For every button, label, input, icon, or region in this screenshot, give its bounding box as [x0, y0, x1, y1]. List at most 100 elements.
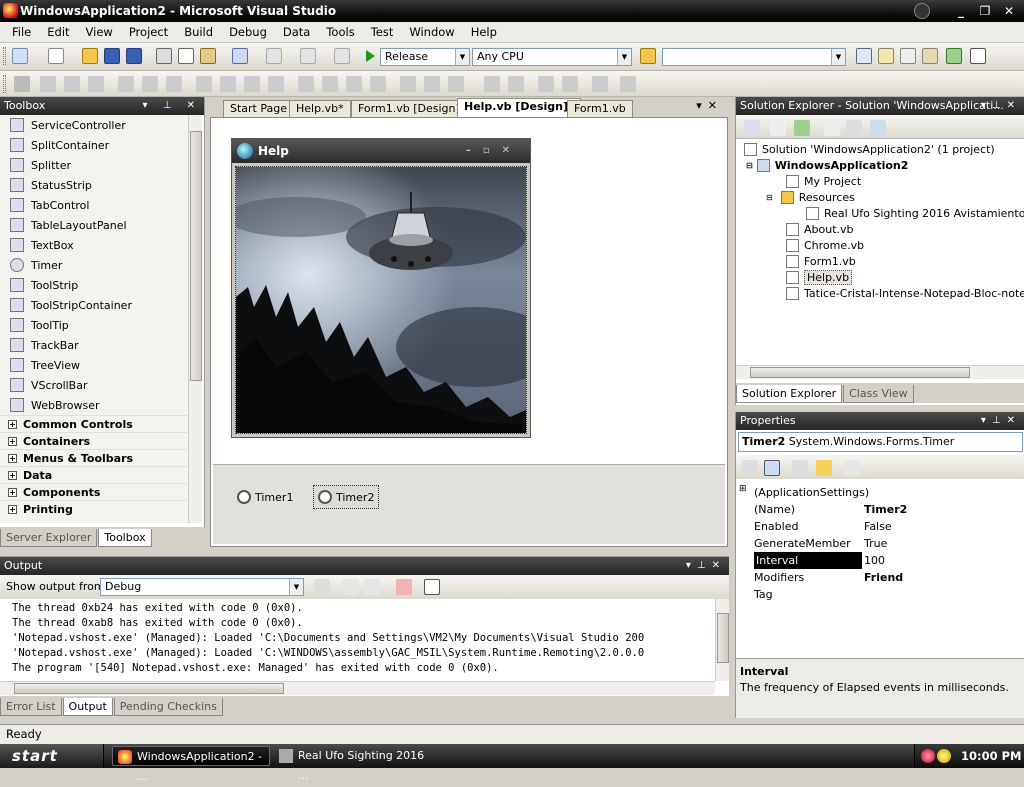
property-row[interactable]: ⊞ (ApplicationSettings) [736, 484, 1024, 501]
output-vscroll[interactable] [715, 599, 729, 681]
horizontal-spacing-icon[interactable] [298, 76, 314, 92]
navigate-forward-icon[interactable] [334, 48, 350, 64]
toolbox-category[interactable]: + Common Controls [0, 415, 188, 432]
output-hscroll[interactable] [0, 681, 715, 695]
lock-controls-icon[interactable] [592, 76, 608, 92]
increase-horizontal-spacing-icon[interactable] [322, 76, 338, 92]
property-row-selected[interactable]: Interval 100 [736, 552, 1024, 569]
align-lefts-icon[interactable] [40, 76, 56, 92]
scroll-thumb[interactable] [750, 367, 970, 378]
clear-all-icon[interactable] [396, 579, 412, 595]
solution-platform-dropdown[interactable]: Any CPU ▼ [472, 48, 632, 66]
make-same-width-icon[interactable] [196, 76, 212, 92]
menu-file[interactable]: File [4, 25, 39, 39]
alphabetical-icon[interactable] [764, 460, 780, 476]
property-pages-icon[interactable] [844, 460, 860, 476]
output-source-dropdown[interactable]: Debug ▼ [100, 578, 304, 596]
center-vertically-icon[interactable] [508, 76, 524, 92]
cut-icon[interactable] [156, 48, 172, 64]
close-button[interactable]: ✕ [998, 2, 1020, 20]
tree-node[interactable]: ⊟ Resources [766, 189, 855, 205]
menu-data[interactable]: Data [275, 25, 318, 39]
align-rights-icon[interactable] [88, 76, 104, 92]
tab-help-design[interactable]: Help.vb [Design]* [457, 98, 581, 117]
undo-icon[interactable] [232, 48, 248, 64]
redo-icon[interactable] [266, 48, 282, 64]
align-centers-icon[interactable] [64, 76, 80, 92]
toolbox-item[interactable]: TreeView [0, 355, 188, 375]
tree-node[interactable]: Tatice-Cristal-Intense-Notepad-Bloc-note… [786, 285, 1024, 301]
solution-explorer-icon[interactable] [856, 48, 872, 64]
view-class-diagram-icon[interactable] [870, 120, 886, 136]
panel-buttons[interactable]: ▾ ⊥ ✕ [143, 97, 201, 115]
decrease-horizontal-spacing-icon[interactable] [346, 76, 362, 92]
tab-form1-design[interactable]: Form1.vb [Design] [351, 100, 467, 117]
toolbox-item[interactable]: StatusStrip [0, 175, 188, 195]
tab-start-page[interactable]: Start Page [223, 100, 294, 117]
scroll-thumb[interactable] [717, 613, 729, 663]
toolbox-item[interactable]: ToolTip [0, 315, 188, 335]
align-bottoms-icon[interactable] [166, 76, 182, 92]
categorized-icon[interactable] [742, 460, 758, 476]
toolbox-item[interactable]: Timer [0, 255, 188, 275]
tree-node[interactable]: Real Ufo Sighting 2016 Avistamiento Ovni [806, 205, 1024, 221]
solution-configuration-dropdown[interactable]: Release ▼ [380, 48, 470, 66]
start-debugging-icon[interactable] [366, 50, 375, 62]
property-row[interactable]: (Name) Timer2 [736, 501, 1024, 518]
make-same-height-icon[interactable] [244, 76, 260, 92]
menu-debug[interactable]: Debug [221, 25, 275, 39]
toolbox-category[interactable]: + Menus & Toolbars [0, 449, 188, 466]
refresh-icon[interactable] [794, 120, 810, 136]
toolbox-item[interactable]: SplitContainer [0, 135, 188, 155]
toolbox-item[interactable]: ServiceController [0, 115, 188, 135]
object-browser-icon[interactable] [900, 48, 916, 64]
align-to-grid-icon[interactable] [14, 76, 30, 92]
tree-node[interactable]: My Project [786, 173, 861, 189]
toolbox-category[interactable]: + Components [0, 483, 188, 500]
toolbox-icon[interactable] [922, 48, 938, 64]
command-window-icon[interactable] [970, 48, 986, 64]
find-in-files-icon[interactable] [640, 48, 656, 64]
toolbox-item[interactable]: ToolStrip [0, 275, 188, 295]
center-horizontally-icon[interactable] [484, 76, 500, 92]
solution-explorer-hscroll[interactable] [736, 365, 1024, 379]
toolbox-category[interactable]: + Data [0, 466, 188, 483]
vertical-spacing-icon[interactable] [400, 76, 416, 92]
open-file-icon[interactable] [82, 48, 98, 64]
tab-server-explorer[interactable]: Server Explorer [0, 529, 98, 547]
find-combo[interactable]: ▼ [662, 48, 846, 66]
tree-node[interactable]: Chrome.vb [786, 237, 864, 253]
help-form[interactable]: Help –▫✕ [231, 138, 531, 438]
taskbar-item-ufo-folder[interactable]: Real Ufo Sighting 2016 ... [274, 746, 434, 782]
add-item-icon[interactable] [48, 48, 64, 64]
remove-horizontal-spacing-icon[interactable] [370, 76, 386, 92]
tab-class-view[interactable]: Class View [843, 385, 914, 403]
taskbar-item-visual-studio[interactable]: WindowsApplication2 - ... [112, 746, 270, 783]
toolbox-item[interactable]: WebBrowser [0, 395, 188, 415]
align-tops-icon[interactable] [118, 76, 134, 92]
properties-view-icon[interactable] [792, 460, 808, 476]
tab-help-vb[interactable]: Help.vb* [289, 100, 351, 117]
copy-icon[interactable] [178, 48, 194, 64]
navigate-back-icon[interactable] [300, 48, 316, 64]
next-message-icon[interactable] [364, 579, 380, 595]
tray-app-icon[interactable] [921, 749, 935, 763]
make-same-size-icon[interactable] [268, 76, 284, 92]
toolbar-grip[interactable] [3, 47, 6, 65]
view-code-icon[interactable] [824, 120, 840, 136]
toolbox-item[interactable]: TrackBar [0, 335, 188, 355]
menu-window[interactable]: Window [401, 25, 462, 39]
tab-toolbox[interactable]: Toolbox [98, 529, 152, 547]
maximize-button[interactable]: ❐ [974, 2, 996, 20]
toolbox-item[interactable]: ToolStripContainer [0, 295, 188, 315]
properties-icon[interactable] [744, 120, 760, 136]
toolbox-scrollbar[interactable] [188, 115, 202, 523]
panel-buttons[interactable]: ▾⊥✕ [981, 412, 1021, 430]
toolbox-item[interactable]: TableLayoutPanel [0, 215, 188, 235]
tree-node-selected[interactable]: Help.vb [786, 269, 853, 285]
menu-build[interactable]: Build [176, 25, 221, 39]
tray-app-icon[interactable] [937, 749, 951, 763]
events-icon[interactable] [816, 460, 832, 476]
align-middles-icon[interactable] [142, 76, 158, 92]
picturebox[interactable] [235, 166, 527, 434]
